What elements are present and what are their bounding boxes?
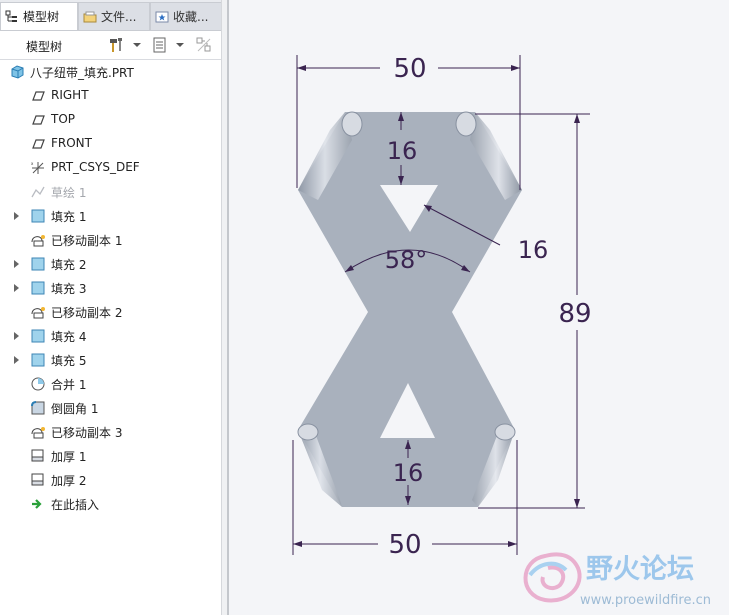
tree-item-label: 填充 4 xyxy=(51,330,87,344)
tree-item-label: TOP xyxy=(51,112,76,126)
expand-arrow-icon[interactable] xyxy=(14,284,19,292)
coordinate-system-icon: x xyxy=(31,161,44,174)
tree-item[interactable]: 在此插入 xyxy=(0,492,221,516)
tree-item[interactable]: 填充 2 xyxy=(0,252,221,276)
tree-item[interactable]: x PRT_CSYS_DEF xyxy=(0,156,221,180)
tree-item-label: 填充 5 xyxy=(51,354,87,368)
tree-item-label: FRONT xyxy=(51,136,92,150)
tab-label: 模型树 xyxy=(23,10,60,24)
tree-item[interactable]: FRONT xyxy=(0,132,221,156)
tree-item-label: RIGHT xyxy=(51,88,89,102)
tree-item[interactable]: 合并 1 xyxy=(0,372,221,396)
tree-item[interactable]: 已移动副本 2 xyxy=(0,300,221,324)
tree-item[interactable]: 加厚 2 xyxy=(0,468,221,492)
moved-copy-icon xyxy=(31,235,45,247)
watermark: 野火论坛 www.proewildfire.cn xyxy=(523,552,711,608)
tree-item[interactable]: 草绘 1 xyxy=(0,180,221,204)
graphics-window[interactable]: 50 50 89 16 16 16 58° 野火论坛 www.proewildf… xyxy=(229,0,729,615)
dim-angle[interactable]: 58° xyxy=(385,246,428,274)
tree-item-label: PRT_CSYS_DEF xyxy=(51,160,140,174)
tab-label: 收藏... xyxy=(173,10,209,24)
thicken-icon xyxy=(31,473,44,486)
tree-item-label: 填充 1 xyxy=(51,210,87,224)
tree-item-label: 合并 1 xyxy=(51,378,87,392)
expand-arrow-icon[interactable] xyxy=(14,260,19,268)
datum-plane-icon xyxy=(32,115,45,125)
fill-icon xyxy=(31,209,45,223)
tree-item[interactable]: 填充 4 xyxy=(0,324,221,348)
expand-arrow-icon[interactable] xyxy=(14,332,19,340)
tree-item-label: 加厚 2 xyxy=(51,474,87,488)
watermark-logo-icon xyxy=(523,552,582,603)
tree-item-label: 倒圆角 1 xyxy=(51,402,99,416)
model-tree: 八子纽带_填充.PRT RIGHT TOP FRONT x PRT_CSYS_DEF 草绘… xyxy=(0,60,221,615)
tab-label: 文件... xyxy=(101,10,137,24)
fill-icon xyxy=(31,257,45,271)
lower-right-round xyxy=(494,423,516,441)
tree-item[interactable]: 填充 3 xyxy=(0,276,221,300)
tree-filter-icon[interactable] xyxy=(196,37,212,53)
tree-item[interactable]: TOP xyxy=(0,108,221,132)
expand-arrow-icon[interactable] xyxy=(14,356,19,364)
tree-item-label: 已移动副本 3 xyxy=(51,426,123,440)
tree-item[interactable]: 已移动副本 3 xyxy=(0,420,221,444)
tree-item[interactable]: 填充 1 xyxy=(0,204,221,228)
dim-bottom-width[interactable]: 50 xyxy=(388,530,421,560)
fill-icon xyxy=(31,329,45,343)
toolbar-title: 模型树 xyxy=(26,40,63,54)
tools-dropdown-arrow[interactable] xyxy=(133,43,141,47)
tree-root-label: 八子纽带_填充.PRT xyxy=(30,66,134,80)
tab-folder-browser[interactable]: 文件... xyxy=(78,2,150,30)
merge-icon xyxy=(31,377,45,391)
dim-top-band[interactable]: 16 xyxy=(387,137,418,165)
upper-right-round xyxy=(455,111,477,137)
part-icon xyxy=(11,65,24,79)
tree-item-label: 填充 3 xyxy=(51,282,87,296)
tree-item[interactable]: 加厚 1 xyxy=(0,444,221,468)
upper-left-round xyxy=(341,111,363,137)
show-settings-icon[interactable] xyxy=(152,37,168,53)
tools-icon[interactable] xyxy=(108,37,124,53)
dim-height[interactable]: 89 xyxy=(558,299,591,329)
folder-icon xyxy=(83,11,97,22)
datum-plane-icon xyxy=(32,139,45,149)
tree-item[interactable]: 已移动副本 1 xyxy=(0,228,221,252)
tree-item-label: 在此插入 xyxy=(51,498,100,512)
watermark-title: 野火论坛 xyxy=(586,554,694,585)
datum-plane-icon xyxy=(32,91,45,101)
dim-bottom-band[interactable]: 16 xyxy=(393,459,424,487)
round-icon xyxy=(31,401,45,415)
tree-item-label: 加厚 1 xyxy=(51,450,87,464)
tree-item-label: 填充 2 xyxy=(51,258,87,272)
model-tree-toolbar: 模型树 xyxy=(0,31,227,60)
svg-text:x: x xyxy=(31,161,34,166)
model-view: 50 50 89 16 16 16 58° 野火论坛 www.proewildf… xyxy=(292,54,711,608)
tab-favorites[interactable]: 收藏... xyxy=(150,2,222,30)
fill-icon xyxy=(31,281,45,295)
fill-icon xyxy=(31,353,45,367)
dim-top-width[interactable]: 50 xyxy=(393,54,426,84)
thicken-icon xyxy=(31,449,44,462)
favorites-icon xyxy=(155,11,169,22)
lower-left-round xyxy=(297,423,319,441)
insert-here-icon xyxy=(32,499,42,509)
tree-root-item[interactable]: 八子纽带_填充.PRT xyxy=(0,60,221,84)
watermark-url: www.proewildfire.cn xyxy=(580,593,711,608)
tab-model-tree[interactable]: 模型树 xyxy=(0,2,78,30)
tree-item[interactable]: 填充 5 xyxy=(0,348,221,372)
moved-copy-icon xyxy=(31,427,45,439)
tree-item-label: 已移动副本 2 xyxy=(51,306,123,320)
tree-item[interactable]: RIGHT xyxy=(0,84,221,108)
tree-item-label: 草绘 1 xyxy=(51,186,87,200)
sketch-icon xyxy=(31,186,45,198)
tree-item-label: 已移动副本 1 xyxy=(51,234,123,248)
expand-arrow-icon[interactable] xyxy=(14,212,19,220)
dim-side-width[interactable]: 16 xyxy=(518,236,549,264)
moved-copy-icon xyxy=(31,307,45,319)
settings-dropdown-arrow[interactable] xyxy=(176,43,184,47)
tree-item[interactable]: 倒圆角 1 xyxy=(0,396,221,420)
navigator-tab-strip: 模型树 文件... 收藏... xyxy=(0,0,227,31)
model-tree-icon xyxy=(5,10,17,22)
